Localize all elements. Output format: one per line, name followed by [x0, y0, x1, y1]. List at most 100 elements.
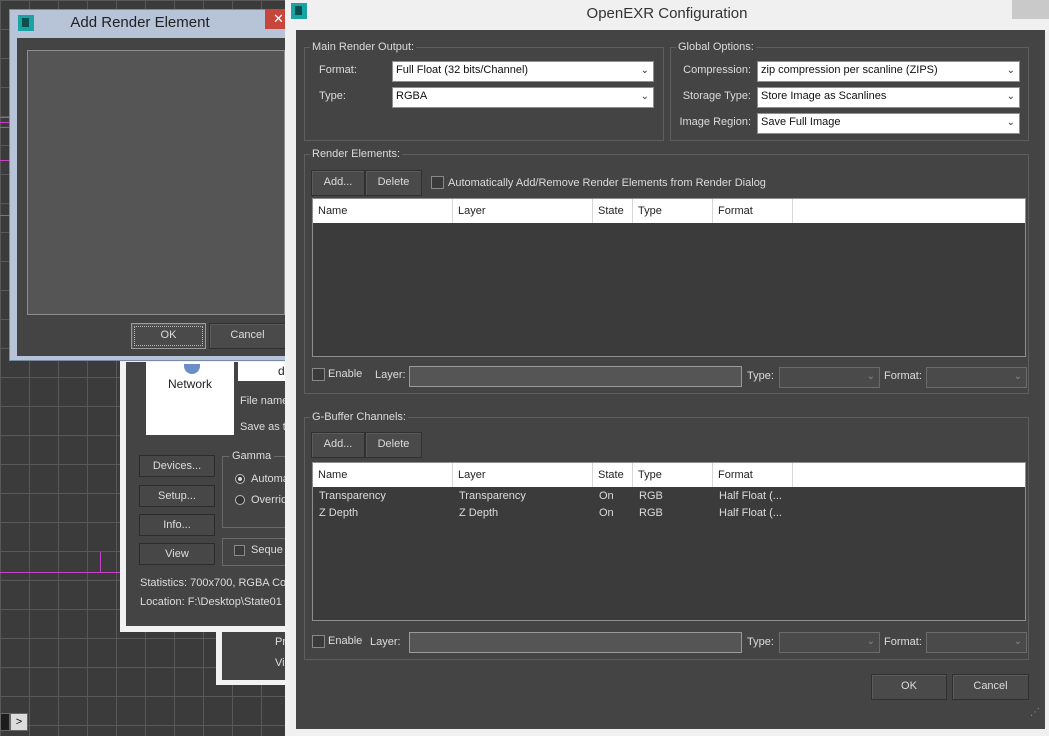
gbuffer-type-label: Type:	[747, 636, 774, 648]
app-logo-icon	[18, 15, 34, 31]
main-render-output-title: Main Render Output:	[310, 41, 417, 53]
format-value: Full Float (32 bits/Channel)	[396, 64, 529, 76]
render-elements-enable-checkbox[interactable]	[312, 368, 325, 381]
add-dialog-ok-button[interactable]: OK	[131, 323, 206, 349]
cell-layer: Z Depth	[459, 507, 499, 519]
format-label: Format:	[319, 64, 357, 76]
view-button[interactable]: View	[139, 543, 215, 565]
gbuffer-layer-label: Layer:	[370, 636, 401, 648]
gbuffer-type-dropdown[interactable]: ⌄	[779, 632, 880, 653]
render-elements-title: Render Elements:	[310, 148, 403, 160]
gbuffer-delete-button[interactable]: Delete	[365, 432, 422, 458]
gamma-override-label: Overrid	[251, 494, 288, 506]
devices-button[interactable]: Devices...	[139, 455, 215, 477]
gbuffer-layer-field[interactable]	[409, 632, 742, 653]
next-arrow-icon: >	[15, 716, 23, 728]
gbuffer-add-button[interactable]: Add...	[311, 432, 365, 458]
column-header-format[interactable]: Format	[713, 463, 793, 487]
sequence-checkbox[interactable]	[234, 545, 245, 556]
info-button[interactable]: Info...	[139, 514, 215, 536]
chevron-down-icon: ⌄	[1006, 91, 1015, 102]
chevron-down-icon: ⌄	[1013, 371, 1022, 382]
timeline-strip	[0, 713, 10, 731]
cell-state: On	[599, 490, 614, 502]
viewport-guide-line	[100, 552, 101, 572]
statistics-text: Statistics: 700x700, RGBA Col	[140, 577, 289, 589]
type-dropdown[interactable]: RGBA ⌄	[392, 87, 654, 108]
render-elements-table[interactable]: Name Layer State Type Format	[312, 198, 1026, 357]
column-header-layer[interactable]: Layer	[453, 463, 593, 487]
viewport-guide-line	[0, 215, 9, 216]
compression-value: zip compression per scanline (ZIPS)	[761, 64, 938, 76]
save-as-label: Save as t	[240, 421, 286, 433]
cancel-button[interactable]: Cancel	[952, 674, 1029, 700]
timeline-next-button[interactable]: >	[10, 713, 28, 731]
network-location-tile[interactable]	[146, 362, 234, 435]
network-label: Network	[167, 377, 212, 391]
column-header-type[interactable]: Type	[633, 199, 713, 223]
render-elements-layer-field[interactable]	[409, 366, 742, 387]
cell-name: Transparency	[319, 490, 386, 502]
gbuffer-table-header: Name Layer State Type Format	[313, 463, 1025, 487]
chevron-down-icon: ⌄	[1006, 117, 1015, 128]
gbuffer-channels-table[interactable]: Name Layer State Type Format Transparenc…	[312, 462, 1026, 621]
cell-layer: Transparency	[459, 490, 526, 502]
auto-add-remove-checkbox[interactable]	[431, 176, 444, 189]
storage-type-value: Store Image as Scanlines	[761, 90, 887, 102]
gamma-auto-radio[interactable]	[235, 474, 245, 484]
ok-button[interactable]: OK	[871, 674, 947, 700]
column-header-name[interactable]: Name	[313, 199, 453, 223]
viewport-guide-line	[0, 160, 9, 161]
render-elements-type-label: Type:	[747, 370, 774, 382]
gamma-override-radio[interactable]	[235, 495, 245, 505]
cell-state: On	[599, 507, 614, 519]
location-text: Location: F:\Desktop\State01	[140, 596, 282, 608]
viewport-guide-line	[0, 117, 9, 118]
title-bar-button[interactable]	[1012, 0, 1049, 19]
render-elements-delete-button[interactable]: Delete	[365, 170, 422, 196]
render-elements-enable-label: Enable	[328, 368, 363, 380]
gbuffer-format-dropdown[interactable]: ⌄	[926, 632, 1027, 653]
format-dropdown[interactable]: Full Float (32 bits/Channel) ⌄	[392, 61, 654, 82]
file-name-label: File name	[240, 395, 289, 407]
image-region-value: Save Full Image	[761, 116, 841, 128]
column-header-layer[interactable]: Layer	[453, 199, 593, 223]
chevron-down-icon: ⌄	[640, 91, 649, 102]
setup-button[interactable]: Setup...	[139, 485, 215, 507]
type-value: RGBA	[396, 90, 428, 102]
column-header-format[interactable]: Format	[713, 199, 793, 223]
column-header-state[interactable]: State	[593, 463, 633, 487]
render-elements-table-header: Name Layer State Type Format	[313, 199, 1025, 223]
cell-type: RGB	[639, 490, 663, 502]
storage-type-dropdown[interactable]: Store Image as Scanlines ⌄	[757, 87, 1020, 108]
render-element-list[interactable]	[27, 50, 285, 315]
render-elements-format-label: Format:	[884, 370, 922, 382]
chevron-down-icon: ⌄	[866, 636, 875, 647]
chevron-down-icon: ⌄	[1013, 636, 1022, 647]
render-elements-type-dropdown[interactable]: ⌄	[779, 367, 880, 388]
viewport-guide-line	[0, 127, 9, 128]
image-region-dropdown[interactable]: Save Full Image ⌄	[757, 113, 1020, 134]
gamma-auto-label: Automa	[251, 473, 289, 485]
close-icon: ✕	[273, 11, 284, 26]
image-region-label: Image Region:	[679, 116, 751, 128]
dialog-title: Add Render Element	[70, 14, 210, 31]
gbuffer-channels-title: G-Buffer Channels:	[310, 411, 408, 423]
column-header-name[interactable]: Name	[313, 463, 453, 487]
gbuffer-enable-checkbox[interactable]	[312, 635, 325, 648]
chevron-down-icon: ⌄	[640, 65, 649, 76]
column-header-type[interactable]: Type	[633, 463, 713, 487]
render-elements-format-dropdown[interactable]: ⌄	[926, 367, 1027, 388]
compression-dropdown[interactable]: zip compression per scanline (ZIPS) ⌄	[757, 61, 1020, 82]
add-dialog-cancel-button[interactable]: Cancel	[209, 323, 286, 349]
resize-grip-icon[interactable]: ⋰	[1030, 707, 1042, 719]
render-elements-layer-label: Layer:	[375, 369, 406, 381]
chevron-down-icon: ⌄	[1006, 65, 1015, 76]
cell-type: RGB	[639, 507, 663, 519]
network-icon	[184, 364, 200, 374]
cell-format: Half Float (...	[719, 507, 782, 519]
render-elements-add-button[interactable]: Add...	[311, 170, 365, 196]
gbuffer-enable-label: Enable	[328, 635, 363, 647]
storage-type-label: Storage Type:	[682, 90, 751, 102]
column-header-state[interactable]: State	[593, 199, 633, 223]
